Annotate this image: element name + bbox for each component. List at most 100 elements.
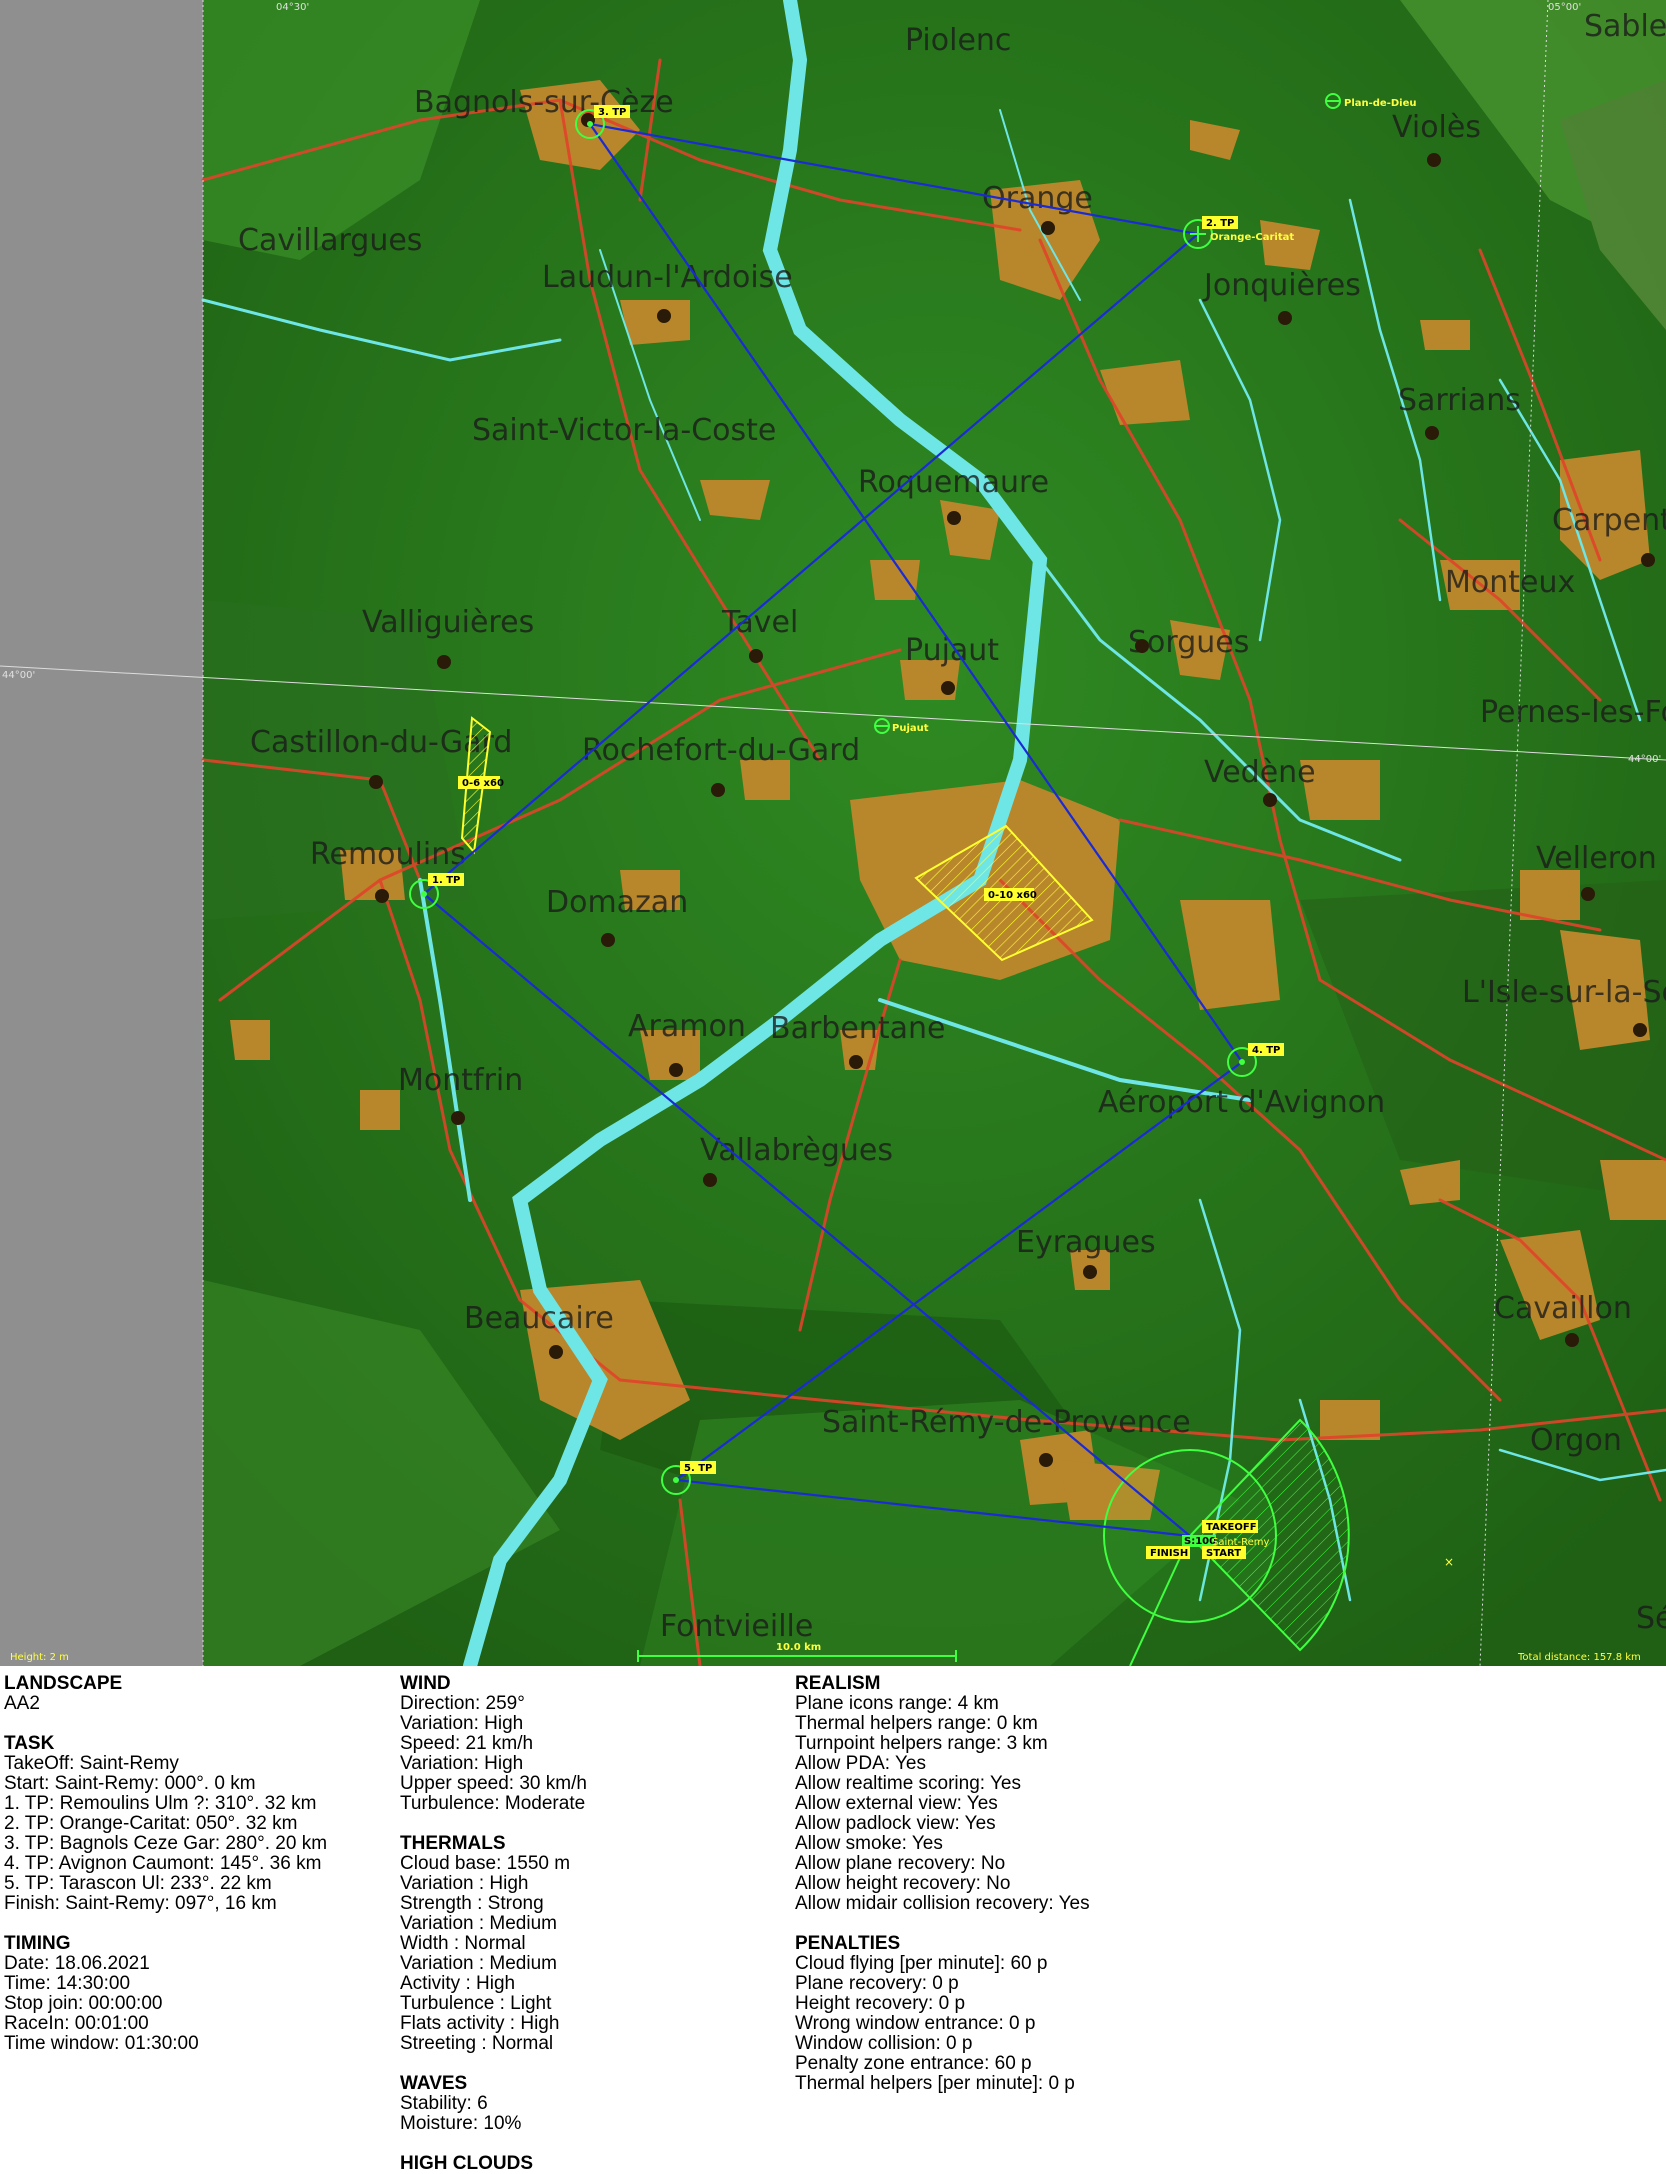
town-label: Domazan: [546, 885, 688, 920]
town-label: Saint-Rémy-de-Provence: [822, 1405, 1191, 1440]
town-label: Beaucaire: [464, 1301, 614, 1336]
realism-line: Allow height recovery: No: [795, 1873, 1011, 1894]
timing-line: Time window: 01:30:00: [4, 2033, 199, 2054]
task-line: 2. TP: Orange-Caritat: 050°. 32 km: [4, 1813, 298, 1834]
turnpoint-label: 2. TP: [1206, 218, 1234, 229]
task-heading: TASK: [4, 1733, 55, 1754]
task-map[interactable]: 04°30' 05°00' 44°00' 44°00' Bagnols-sur-…: [0, 0, 1666, 1666]
realism-line: Allow external view: Yes: [795, 1793, 998, 1814]
turnpoint-center: [421, 891, 427, 897]
town-label: Sarrians: [1398, 383, 1521, 418]
penalties-line: Penalty zone entrance: 60 p: [795, 2053, 1032, 2074]
zone-label: 0-6 x60: [462, 778, 504, 789]
timing-heading: TIMING: [4, 1933, 71, 1954]
zone-label: 0-10 x60: [988, 890, 1037, 901]
town-label: Barbentane: [770, 1011, 945, 1046]
thermals-line: Activity : High: [400, 1973, 516, 1994]
waves-line: Moisture: 10%: [400, 2113, 522, 2134]
realism-line: Allow padlock view: Yes: [795, 1813, 996, 1834]
lon-label-right: 05°00': [1548, 2, 1581, 13]
town-label: Fontvieille: [660, 1609, 813, 1644]
info-column-1: LANDSCAPE AA2 TASK TakeOff: Saint-Remy S…: [4, 1674, 327, 2054]
height-readout: Height: 2 m: [10, 1652, 69, 1663]
penalties-line: Window collision: 0 p: [795, 2033, 973, 2054]
town-label: Jonquières: [1202, 268, 1361, 303]
marker-icon: ×: [1444, 1555, 1454, 1569]
landscape-heading: LANDSCAPE: [4, 1673, 123, 1694]
town-label: Piolenc: [905, 23, 1011, 58]
town-label: Pujaut: [905, 633, 999, 668]
town-label: Cavaillon: [1494, 1291, 1632, 1326]
turnpoint-name: Orange-Caritat: [1210, 232, 1294, 243]
town-label: Sablet: [1584, 9, 1666, 44]
turnpoint-center: [587, 121, 593, 127]
realism-line: Allow PDA: Yes: [795, 1753, 926, 1774]
lon-label-left: 04°30': [276, 2, 309, 13]
penalties-line: Wrong window entrance: 0 p: [795, 2013, 1036, 2034]
town-label: Eyragues: [1016, 1225, 1156, 1260]
realism-line: Plane icons range: 4 km: [795, 1693, 999, 1714]
map-canvas[interactable]: 04°30' 05°00' 44°00' 44°00' Bagnols-sur-…: [0, 0, 1666, 1666]
task-line: 1. TP: Remoulins Ulm ?: 310°. 32 km: [4, 1793, 317, 1814]
turnpoint-label: 5. TP: [684, 1463, 712, 1474]
realism-line: Thermal helpers range: 0 km: [795, 1713, 1038, 1734]
town-label: Valliguières: [362, 605, 534, 640]
realism-line: Allow midair collision recovery: Yes: [795, 1893, 1090, 1914]
town-label: Carpentras: [1552, 503, 1666, 538]
takeoff-label: TAKEOFF: [1206, 1522, 1257, 1533]
penalties-line: Cloud flying [per minute]: 60 p: [795, 1953, 1048, 1974]
airfield-label: Pujaut: [892, 723, 929, 734]
town-label: Aéroport d'Avignon: [1098, 1085, 1385, 1120]
realism-line: Allow realtime scoring: Yes: [795, 1773, 1021, 1794]
thermals-line: Flats activity : High: [400, 2013, 560, 2034]
turnpoint-center: [1239, 1059, 1245, 1065]
thermals-line: Width : Normal: [400, 1933, 526, 1954]
town-label: Orgon: [1530, 1423, 1622, 1458]
thermals-line: Variation : Medium: [400, 1953, 557, 1974]
town-label: Roquemaure: [858, 465, 1049, 500]
timing-line: RaceIn: 00:01:00: [4, 2013, 149, 2034]
thermals-line: Variation : Medium: [400, 1913, 557, 1934]
task-info-panel: LANDSCAPE AA2 TASK TakeOff: Saint-Remy S…: [0, 1666, 1666, 2174]
lat-label-left: 44°00': [2, 670, 35, 681]
waves-heading: WAVES: [400, 2073, 468, 2094]
town-label: Remoulins: [310, 837, 466, 872]
landscape-name: AA2: [4, 1693, 40, 1714]
task-line: Finish: Saint-Remy: 097°, 16 km: [4, 1893, 277, 1914]
town-label: Tavel: [721, 605, 798, 640]
town-label: Velleron: [1536, 841, 1657, 876]
scale-label: 10.0 km: [776, 1642, 821, 1653]
town-label: Rochefort-du-Gard: [582, 733, 860, 768]
start-label: START: [1206, 1548, 1241, 1559]
total-distance: Total distance: 157.8 km: [1517, 1652, 1641, 1663]
town-label: Violès: [1392, 110, 1481, 145]
town-label: Aramon: [628, 1009, 746, 1044]
town-label: Monteux: [1445, 565, 1575, 600]
town-label: Cavillargues: [238, 223, 422, 258]
task-line: TakeOff: Saint-Remy: [4, 1753, 179, 1774]
town-label: Pernes-les-Fontaines: [1480, 695, 1666, 730]
timing-line: Date: 18.06.2021: [4, 1953, 150, 1974]
thermals-line: Cloud base: 1550 m: [400, 1853, 571, 1874]
wind-line: Upper speed: 30 km/h: [400, 1773, 587, 1794]
town-label: Bagnols-sur-Cèze: [414, 85, 674, 120]
town-label: Sénas: [1636, 1601, 1666, 1636]
penalties-heading: PENALTIES: [795, 1933, 901, 1954]
town-label: Montfrin: [398, 1063, 523, 1098]
task-line: 5. TP: Tarascon Ul: 233°. 22 km: [4, 1873, 272, 1894]
wind-heading: WIND: [400, 1673, 451, 1694]
realism-heading: REALISM: [795, 1673, 881, 1694]
info-column-3: REALISM Plane icons range: 4 km Thermal …: [795, 1674, 1090, 2094]
info-column-2: WIND Direction: 259° Variation: High Spe…: [400, 1674, 587, 2174]
waves-line: Stability: 6: [400, 2093, 488, 2114]
timing-line: Time: 14:30:00: [4, 1973, 131, 1994]
high-clouds-heading: HIGH CLOUDS: [400, 2153, 533, 2174]
timing-line: Stop join: 00:00:00: [4, 1993, 163, 2014]
wind-line: Variation: High: [400, 1713, 524, 1734]
turnpoint-label: 4. TP: [1252, 1045, 1280, 1056]
thermals-line: Strength : Strong: [400, 1893, 544, 1914]
turnpoint-label: 1. TP: [432, 875, 460, 886]
penalties-line: Plane recovery: 0 p: [795, 1973, 959, 1994]
wind-line: Turbulence: Moderate: [400, 1793, 586, 1814]
realism-line: Allow plane recovery: No: [795, 1853, 1006, 1874]
